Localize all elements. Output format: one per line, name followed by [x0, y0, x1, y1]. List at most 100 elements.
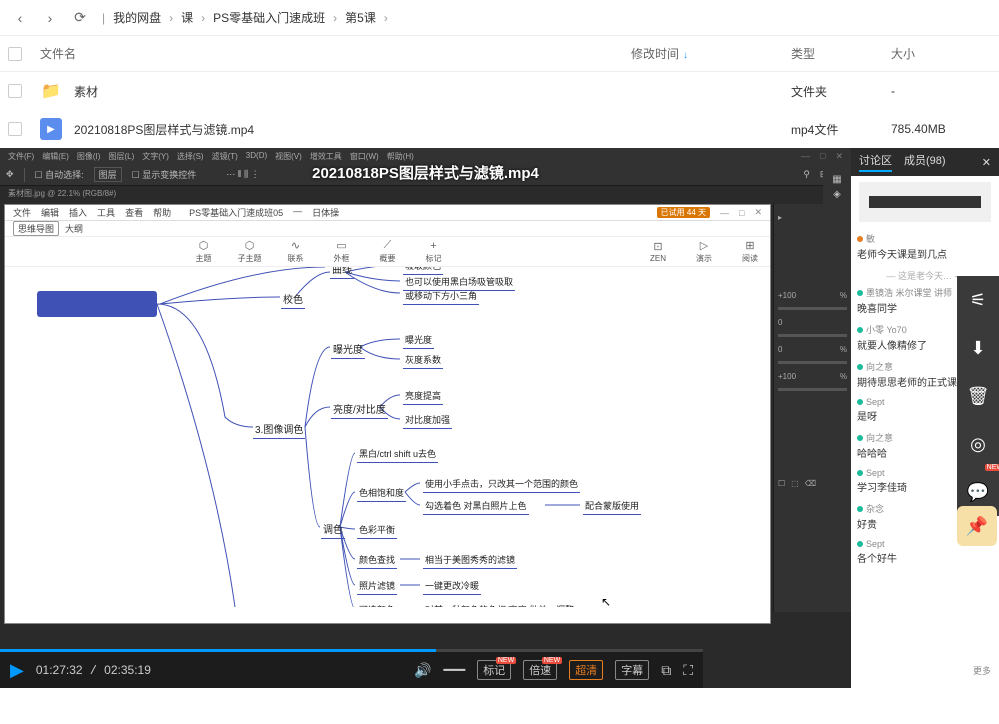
ps-menu-item: 滤镜(T) [212, 151, 238, 162]
mm-node: 色相饱和度 [357, 486, 406, 502]
mm-node: 灰度系数 [403, 353, 443, 369]
row-checkbox[interactable] [8, 84, 22, 98]
video-file-icon: ▶ [40, 118, 62, 140]
breadcrumb: | 我的网盘› 课› PS零基础入门速成班› 第5课› [98, 9, 392, 26]
mm-node: 黑白/ctrl shift u去色 [357, 447, 438, 463]
volume-icon[interactable]: 🔊 [414, 662, 431, 679]
mm-node: 颜色查找 [357, 553, 397, 569]
breadcrumb-item[interactable]: 我的网盘 [113, 9, 161, 26]
file-type: mp4文件 [791, 121, 891, 138]
move-tool-icon: ✥ [6, 169, 14, 180]
mindmap-canvas: 曲线 校色 吸取颜色 也可以使用黑白场吸管吸取 或移动下方小三角 3.图像调色 … [5, 267, 770, 607]
chat-header: 讨论区 成员(98) ✕ [851, 148, 999, 176]
chat-close-icon[interactable]: ✕ [982, 156, 991, 169]
mark-button[interactable]: 标记NEW [477, 660, 511, 680]
col-type-header[interactable]: 类型 [791, 45, 891, 62]
breadcrumb-item[interactable]: PS零基础入门速成班 [213, 9, 325, 26]
file-row[interactable]: ▶ 20210818PS图层样式与滤镜.mp4 mp4文件 785.40MB [0, 110, 999, 148]
share-icon[interactable]: ⚟ [957, 276, 999, 324]
pip-icon[interactable]: ⧉ [661, 662, 671, 679]
ps-menu-item: 图层(L) [108, 151, 134, 162]
video-main[interactable]: 文件(F) 编辑(E) 图像(I) 图层(L) 文字(Y) 选择(S) 滤镜(T… [0, 148, 851, 688]
view-icon[interactable]: ◎ [957, 420, 999, 468]
mm-node: 勾选着色 对黑白照片上色 [423, 499, 529, 515]
mindmap-root-node [37, 291, 157, 317]
fullscreen-icon[interactable]: ⛶ [683, 662, 693, 679]
mm-node: 对某一种颜色的色相/亮度 做单一调整 [423, 603, 576, 607]
chat-footer: 更多 [851, 652, 999, 688]
nav-back-icon[interactable]: ‹ [8, 6, 32, 30]
mm-top-menu: 文件编辑插入 工具查看帮助 PS零基础入门速成班05—日体操 已试用 44 天 … [5, 205, 770, 221]
file-column-headers: 文件名 修改时间↓ 类型 大小 [0, 36, 999, 72]
search-icon: ⚲ [803, 169, 810, 180]
speed-button[interactable]: 倍速NEW [523, 660, 557, 680]
mm-node: 校色 [281, 291, 305, 309]
ps-menu-item: 增效工具 [310, 151, 342, 162]
mm-node: 色彩平衡 [357, 523, 397, 539]
ps-panel-icons: ▦◈ [823, 170, 851, 204]
col-name-header[interactable]: 文件名 [36, 45, 631, 62]
ps-menu-item: 文字(Y) [142, 151, 169, 162]
minimize-icon: — [720, 208, 729, 218]
mm-node: 4.人像精修 [253, 606, 305, 607]
mm-node: 调色 [321, 521, 345, 539]
ps-menu-item: 窗口(W) [350, 151, 379, 162]
breadcrumb-item[interactable]: 第5课 [345, 9, 376, 26]
volume-slider[interactable]: ━━━ [444, 663, 466, 677]
file-name: 20210818PS图层样式与滤镜.mp4 [70, 121, 631, 138]
col-size-header[interactable]: 大小 [891, 45, 991, 62]
mm-node: 照片滤镜 [357, 579, 397, 595]
mm-node: 曝光度 [331, 341, 365, 359]
quality-button[interactable]: 超清 [569, 660, 603, 680]
ps-right-panel: ▸ +100% 0 0% +100% ☐⬚⌫ [773, 204, 851, 612]
top-bar: ‹ › ⟳ | 我的网盘› 课› PS零基础入门速成班› 第5课› [0, 0, 999, 36]
mm-view-mindmap: 思维导图 [13, 221, 59, 236]
mm-node: 3.图像调色 [253, 421, 305, 439]
pin-icon[interactable]: 📌 [957, 506, 997, 546]
file-name: 素材 [70, 83, 631, 100]
ps-tool-options: ✥ ☐ 自动选择: 图层 ☐ 显示变换控件 ⋯ ⫴ ⫼ ⋮ ⚲ ⊞ ⇪ [0, 164, 851, 186]
col-mtime-header[interactable]: 修改时间↓ [631, 45, 791, 62]
mm-view-outline: 大纲 [65, 222, 83, 235]
select-all-checkbox[interactable] [8, 47, 22, 61]
ps-window-controls: —□✕ [801, 151, 843, 162]
mm-node: 相当于美图秀秀的滤镜 [423, 553, 517, 569]
ps-menu-item: 帮助(H) [387, 151, 414, 162]
chat-tab-members[interactable]: 成员(98) [904, 152, 946, 172]
chat-preview-thumb [859, 182, 991, 222]
side-action-strip: ⚟ ⬇ 🗑 ◎ 💬NEW 📌 [957, 276, 999, 516]
download-icon[interactable]: ⬇ [957, 324, 999, 372]
mm-node: 亮度/对比度 [331, 401, 388, 419]
video-time-display: 01:27:32 / 02:35:19 [36, 663, 151, 678]
ps-menu-item: 3D(D) [246, 151, 267, 162]
video-player-area: 文件(F) 编辑(E) 图像(I) 图层(L) 文字(Y) 选择(S) 滤镜(T… [0, 148, 999, 688]
chat-tab-discuss[interactable]: 讨论区 [859, 152, 892, 172]
file-type: 文件夹 [791, 83, 891, 100]
ps-menu-item: 选择(S) [177, 151, 204, 162]
nav-forward-icon[interactable]: › [38, 6, 62, 30]
trial-badge: 已试用 44 天 [657, 207, 710, 218]
mm-view-tabs: 思维导图 大纲 [5, 221, 770, 237]
more-link[interactable]: 更多 [973, 664, 991, 677]
ps-document-tabs: 素材图.jpg @ 22.1% (RGB/8#) [0, 186, 851, 204]
ps-menu-bar: 文件(F) 编辑(E) 图像(I) 图层(L) 文字(Y) 选择(S) 滤镜(T… [0, 148, 851, 164]
subtitle-button[interactable]: 字幕 [615, 660, 649, 680]
ps-menu-item: 图像(I) [77, 151, 101, 162]
mm-node: 曲线 [330, 267, 354, 279]
mm-node: 配合蒙版使用 [583, 499, 641, 515]
mm-node: 一键更改冷暖 [423, 579, 481, 595]
nav-refresh-icon[interactable]: ⟳ [68, 6, 92, 30]
file-size: - [891, 84, 991, 98]
video-player-controls: ▶ 01:27:32 / 02:35:19 🔊 ━━━ 标记NEW 倍速NEW … [0, 652, 703, 688]
file-row[interactable]: 📁 素材 文件夹 - [0, 72, 999, 110]
close-icon: ✕ [754, 207, 762, 218]
play-button[interactable]: ▶ [10, 660, 24, 681]
breadcrumb-item[interactable]: 课 [181, 9, 193, 26]
mm-node: 亮度提高 [403, 389, 443, 405]
row-checkbox[interactable] [8, 122, 22, 136]
delete-icon[interactable]: 🗑 [957, 372, 999, 420]
chat-sidebar: 讨论区 成员(98) ✕ 敏老师今天课是到几点 — 这是老今天… — 墨镜浩 米… [851, 148, 999, 688]
mm-node: 或移动下方小三角 [403, 289, 479, 305]
ps-menu-item: 文件(F) [8, 151, 34, 162]
file-size: 785.40MB [891, 122, 991, 136]
